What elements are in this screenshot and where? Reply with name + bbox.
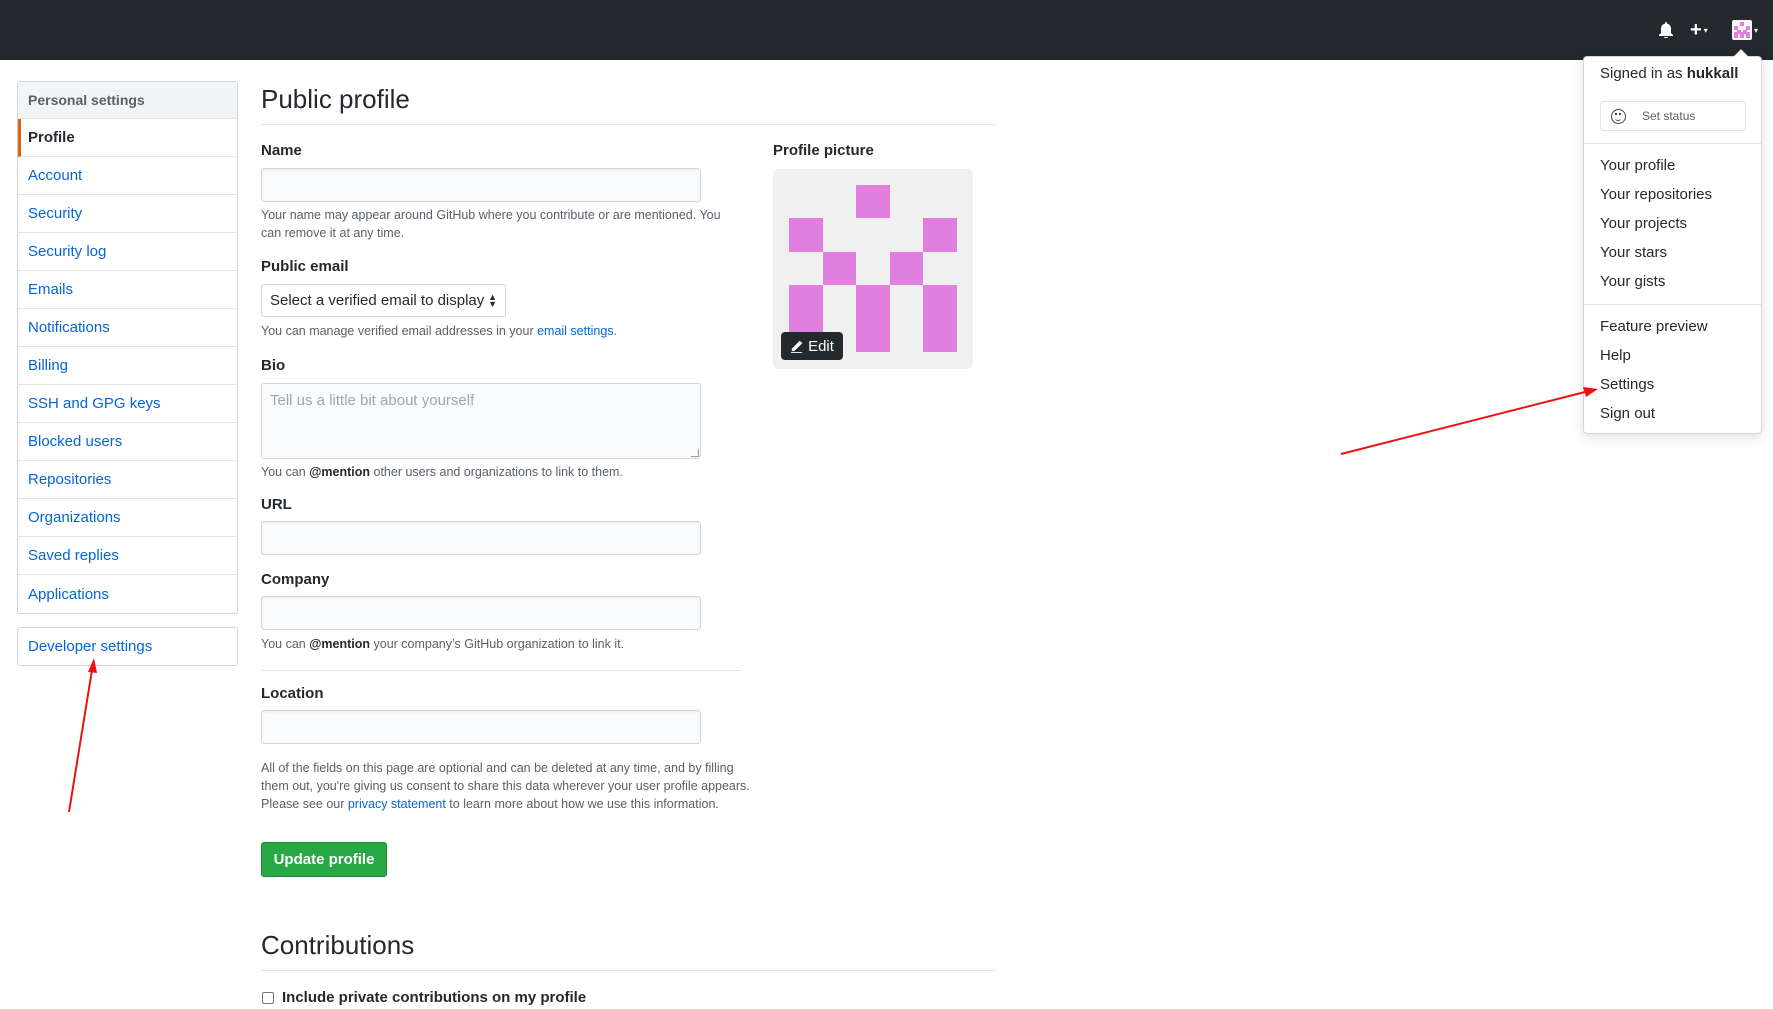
- menu-item-feature-preview[interactable]: Feature preview: [1600, 318, 1708, 335]
- sidebar-heading: Personal settings: [18, 82, 237, 119]
- sidebar-item-billing[interactable]: Billing: [18, 347, 237, 385]
- location-label: Location: [261, 685, 324, 702]
- sidebar-item-applications[interactable]: Applications: [18, 575, 237, 613]
- company-note-prefix: You can: [261, 637, 310, 651]
- menu-item-your-repositories[interactable]: Your repositories: [1600, 186, 1712, 203]
- plus-icon: +: [1690, 18, 1702, 41]
- company-note: You can @mention your company’s GitHub o…: [261, 635, 741, 653]
- update-profile-button[interactable]: Update profile: [261, 842, 387, 877]
- company-label: Company: [261, 571, 330, 588]
- chevron-down-icon: ▾: [1754, 25, 1759, 35]
- public-email-note-suffix: .: [613, 324, 618, 338]
- email-settings-link[interactable]: email settings: [537, 324, 613, 338]
- bell-icon[interactable]: [1659, 20, 1675, 40]
- menu-item-settings[interactable]: Settings: [1600, 376, 1654, 393]
- menu-item-your-profile[interactable]: Your profile: [1600, 157, 1675, 174]
- bio-note-prefix: You can: [261, 465, 310, 479]
- edit-profile-picture-button[interactable]: Edit: [781, 332, 843, 360]
- public-email-selected: Select a verified email to display: [270, 292, 485, 309]
- url-field[interactable]: [261, 521, 701, 555]
- sidebar-item-account[interactable]: Account: [18, 157, 237, 195]
- sidebar-item-repositories[interactable]: Repositories: [18, 461, 237, 499]
- signed-in-prefix: Signed in as: [1600, 65, 1687, 82]
- contributions-divider: [261, 970, 996, 971]
- user-menu-button[interactable]: ▾: [1732, 20, 1764, 40]
- username: hukkall: [1686, 65, 1739, 82]
- sidebar-item-security-log[interactable]: Security log: [18, 233, 237, 271]
- title-divider: [261, 124, 996, 125]
- page-title: Public profile: [261, 84, 410, 114]
- menu-item-sign-out[interactable]: Sign out: [1600, 405, 1655, 422]
- company-note-mention: @mention: [309, 637, 371, 651]
- name-note: Your name may appear around GitHub where…: [261, 208, 721, 240]
- menu-item-your-gists[interactable]: Your gists: [1600, 273, 1665, 290]
- chevron-down-icon: ▾: [1703, 25, 1708, 35]
- settings-sidebar: Personal settings Profile Account Securi…: [17, 81, 238, 614]
- sidebar-item-developer-settings[interactable]: Developer settings: [17, 627, 238, 666]
- private-contributions-label: Include private contributions on my prof…: [282, 989, 587, 1006]
- company-field[interactable]: [261, 596, 701, 630]
- set-status-label: Set status: [1642, 109, 1696, 123]
- sidebar-item-notifications[interactable]: Notifications: [18, 309, 237, 347]
- public-email-note: You can manage verified email addresses …: [261, 322, 741, 340]
- select-arrows-icon: ▲ ▼: [488, 291, 497, 309]
- privacy-disclaimer: All of the fields on this page are optio…: [261, 759, 751, 813]
- bio-placeholder: Tell us a little bit about yourself: [270, 392, 475, 409]
- sidebar-item-blocked-users[interactable]: Blocked users: [18, 423, 237, 461]
- location-field[interactable]: [261, 710, 701, 744]
- bio-note-suffix: other users and organizations to link to…: [370, 465, 623, 479]
- sidebar-item-security[interactable]: Security: [18, 195, 237, 233]
- privacy-statement-link[interactable]: privacy statement: [348, 797, 446, 811]
- private-contributions-option: Include private contributions on my prof…: [262, 989, 586, 1006]
- company-note-suffix: your company’s GitHub organization to li…: [370, 637, 625, 651]
- disclaimer-suffix: to learn more about how we use this info…: [445, 797, 719, 811]
- url-label: URL: [261, 496, 292, 513]
- menu-item-help[interactable]: Help: [1600, 347, 1631, 364]
- name-label: Name: [261, 142, 302, 159]
- sidebar-item-saved-replies[interactable]: Saved replies: [18, 537, 237, 575]
- menu-item-your-projects[interactable]: Your projects: [1600, 215, 1687, 232]
- bio-label: Bio: [261, 357, 286, 374]
- name-field[interactable]: [261, 168, 701, 202]
- signed-in-header: Signed in as hukkall: [1600, 65, 1738, 82]
- menu-divider: [1584, 304, 1761, 305]
- create-new-menu[interactable]: + ▾: [1690, 18, 1716, 41]
- private-contributions-checkbox[interactable]: [262, 991, 274, 1004]
- public-email-label: Public email: [261, 258, 349, 275]
- resize-grip-icon[interactable]: [691, 449, 699, 457]
- set-status-button[interactable]: Set status: [1600, 101, 1746, 131]
- sidebar-item-profile[interactable]: Profile: [18, 119, 237, 157]
- menu-item-your-stars[interactable]: Your stars: [1600, 244, 1667, 261]
- section-divider: [261, 670, 741, 671]
- menu-divider: [1584, 143, 1761, 144]
- bio-note: You can @mention other users and organiz…: [261, 463, 741, 481]
- edit-label: Edit: [808, 337, 834, 355]
- user-dropdown-menu: Signed in as hukkall Set status Your pro…: [1583, 49, 1762, 434]
- contributions-title: Contributions: [261, 930, 415, 960]
- avatar: [1732, 20, 1752, 40]
- arrow-to-developer-settings: [68, 658, 97, 813]
- public-email-note-text: You can manage verified email addresses …: [261, 324, 538, 338]
- bio-field[interactable]: Tell us a little bit about yourself: [261, 383, 701, 459]
- sidebar-item-emails[interactable]: Emails: [18, 271, 237, 309]
- arrow-to-settings: [1340, 387, 1598, 455]
- public-email-select[interactable]: Select a verified email to display ▲ ▼: [261, 284, 506, 317]
- top-navbar: + ▾ ▾: [0, 0, 1773, 60]
- bio-note-mention: @mention: [309, 465, 371, 479]
- sidebar-item-organizations[interactable]: Organizations: [18, 499, 237, 537]
- smiley-icon: [1611, 108, 1626, 124]
- sidebar-item-ssh-gpg-keys[interactable]: SSH and GPG keys: [18, 385, 237, 423]
- pencil-icon: [790, 340, 803, 353]
- profile-picture-label: Profile picture: [773, 142, 874, 159]
